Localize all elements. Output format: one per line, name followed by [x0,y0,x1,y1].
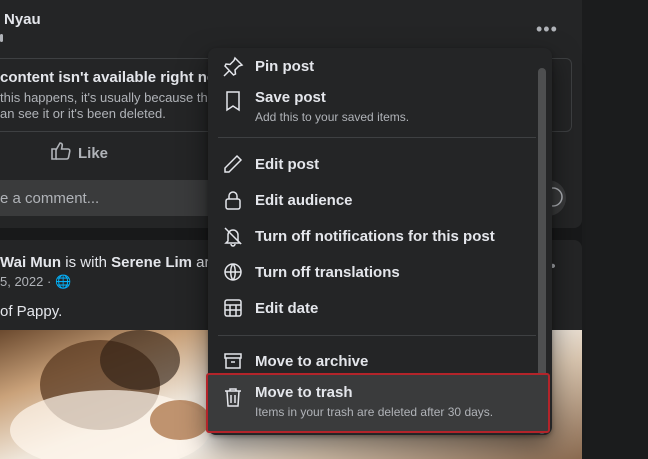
author-name[interactable]: Wai Mun [0,254,61,271]
tagged-user[interactable]: Serene Lim [111,254,192,271]
unavailable-text: an see it or it's been deleted. [0,106,166,121]
like-button[interactable]: Like [50,141,108,165]
menu-divider [218,335,536,336]
menu-divider [218,137,536,138]
globe-icon [222,261,244,283]
post-author-line: Wai Mun is with Serene Lim ar [0,254,210,271]
more-options-button[interactable]: ••• [536,19,558,39]
trash-icon [222,386,244,408]
bell-off-icon [222,225,244,247]
globe-icon: 🌐 [54,274,72,289]
pencil-icon [222,153,244,175]
calendar-icon [222,297,244,319]
post-date[interactable]: 5, 2022 · 🌐 [0,274,71,290]
audience-icon [0,34,3,42]
unavailable-title: content isn't available right now [0,69,228,86]
pin-icon [222,56,244,78]
lock-icon [222,189,244,211]
archive-icon [222,350,244,372]
like-label: Like [78,144,109,162]
right-column [582,0,648,459]
highlighted-menu-item-background [206,373,550,433]
bookmark-icon [222,90,244,112]
comment-placeholder: e a comment... [0,190,100,207]
thumbs-up-icon [50,141,72,165]
unavailable-text: this happens, it's usually because the [0,90,215,105]
post-text: of Pappy. [0,303,63,320]
post-author[interactable]: Nyau [4,11,41,28]
